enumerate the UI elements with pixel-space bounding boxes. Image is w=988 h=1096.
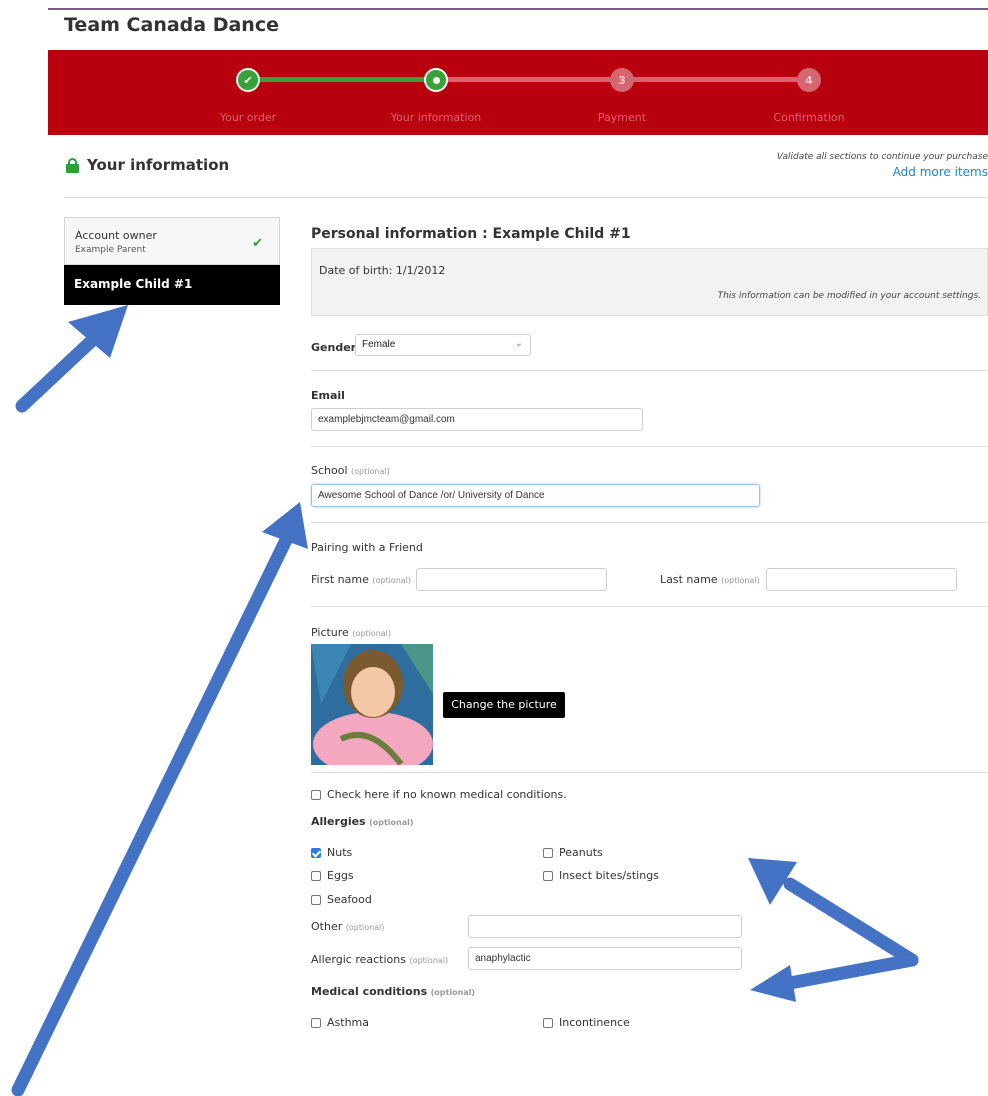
medical-conditions-label: Medical conditions (optional)	[311, 985, 476, 998]
arrow-to-school-field	[11, 502, 308, 1096]
gender-select[interactable]: Female ⌄	[355, 334, 531, 356]
header-divider	[64, 197, 988, 198]
step-label-your-order[interactable]: Your order	[220, 111, 276, 124]
email-field[interactable]: examplebjmcteam@gmail.com	[311, 408, 643, 431]
arrow-to-nav-child	[15, 305, 128, 413]
section-header: Your information	[66, 156, 229, 174]
site-title: Team Canada Dance	[64, 14, 279, 36]
nav-item-example-child[interactable]: Example Child #1	[64, 265, 280, 305]
divider	[311, 370, 988, 371]
modify-note: This information can be modified in your…	[717, 291, 981, 301]
first-name-label: First name (optional)	[311, 573, 412, 586]
step-label-payment: Payment	[597, 111, 647, 124]
nav-owner-name: Example Parent	[75, 245, 146, 255]
chevron-down-icon: ⌄	[514, 338, 523, 349]
change-picture-button[interactable]: Change the picture	[443, 692, 565, 718]
picture-label: Picture (optional)	[311, 626, 392, 639]
divider	[311, 522, 988, 523]
divider	[311, 606, 988, 607]
gender-value: Female	[362, 339, 396, 350]
allergic-reactions-field[interactable]: anaphylactic	[468, 947, 742, 970]
child-photo	[311, 644, 433, 765]
allergies-label: Allergies (optional)	[311, 815, 414, 828]
allergy-seafood-checkbox[interactable]: Seafood	[311, 893, 372, 906]
step-label-your-information: Your information	[390, 111, 482, 124]
allergy-eggs-checkbox[interactable]: Eggs	[311, 869, 354, 882]
optional-tag: (optional)	[351, 467, 390, 476]
checkbox-icon	[543, 1017, 553, 1028]
info-box: Date of birth: 1/1/2012 This information…	[311, 248, 988, 316]
step-4-dot: 4	[797, 68, 821, 92]
step-2-current-icon	[424, 68, 448, 92]
nav-owner-title: Account owner	[75, 229, 157, 242]
validate-note: Validate all sections to continue your p…	[776, 152, 988, 162]
arrow-to-allergies	[748, 858, 919, 967]
other-allergy-field[interactable]	[468, 915, 742, 938]
checkbox-icon	[543, 870, 553, 881]
checkbox-icon	[311, 894, 321, 905]
gender-label: Gender	[311, 341, 357, 354]
condition-incontinence-checkbox[interactable]: Incontinence	[543, 1016, 630, 1029]
progress-banner	[48, 50, 988, 135]
allergy-peanuts-checkbox[interactable]: Peanuts	[543, 846, 603, 859]
last-name-label: Last name (optional)	[660, 573, 760, 586]
school-label: School (optional)	[311, 464, 390, 477]
allergy-insect-checkbox[interactable]: Insect bites/stings	[543, 869, 659, 882]
friend-first-name-field[interactable]	[416, 568, 607, 591]
step-label-confirmation: Confirmation	[773, 111, 845, 124]
check-icon: ✔	[252, 236, 263, 251]
allergy-nuts-checkbox[interactable]: Nuts	[311, 846, 352, 859]
divider	[311, 772, 988, 773]
step-1-check-icon: ✔	[236, 68, 260, 92]
checkbox-icon	[311, 1017, 321, 1028]
friend-last-name-field[interactable]	[766, 568, 957, 591]
top-border	[48, 8, 988, 10]
reactions-label: Allergic reactions (optional)	[311, 953, 449, 966]
no-medical-checkbox[interactable]: Check here if no known medical condition…	[311, 788, 567, 801]
email-label: Email	[311, 389, 345, 402]
checkbox-icon	[311, 870, 321, 881]
add-more-items-link[interactable]: Add more items	[893, 165, 988, 179]
page-title: Your information	[87, 156, 230, 174]
personal-info-heading-wrap: Personal information : Example Child #1	[311, 222, 988, 242]
checkbox-icon	[543, 847, 553, 858]
other-label: Other (optional)	[311, 920, 385, 933]
arrow-to-reactions	[750, 953, 919, 1002]
pairing-heading: Pairing with a Friend	[311, 541, 423, 554]
nav-item-account-owner[interactable]: Account owner Example Parent ✔	[64, 217, 280, 265]
divider	[311, 446, 988, 447]
lock-icon	[66, 157, 79, 173]
school-field[interactable]: Awesome School of Dance /or/ University …	[311, 484, 760, 507]
step-3-dot: 3	[610, 68, 634, 92]
progress-track-done	[248, 77, 436, 82]
checkbox-icon	[311, 789, 321, 800]
checkbox-checked-icon	[311, 847, 321, 858]
condition-asthma-checkbox[interactable]: Asthma	[311, 1016, 369, 1029]
personal-info-heading: Personal information : Example Child #1	[311, 226, 631, 242]
date-of-birth: Date of birth: 1/1/2012	[319, 264, 446, 277]
participant-nav: Account owner Example Parent ✔ Example C…	[64, 217, 280, 305]
